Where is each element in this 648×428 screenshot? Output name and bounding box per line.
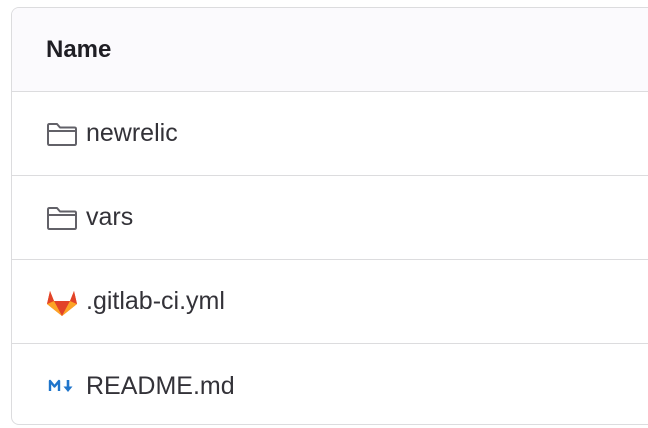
- markdown-icon: [46, 370, 78, 402]
- table-row[interactable]: README.md: [12, 344, 648, 424]
- file-table: Name newrelic vars .gitlab-ci.yml README…: [11, 7, 648, 425]
- folder-icon: [46, 118, 78, 150]
- table-row[interactable]: newrelic: [12, 92, 648, 176]
- table-row[interactable]: .gitlab-ci.yml: [12, 260, 648, 344]
- file-link-gitlab-ci[interactable]: .gitlab-ci.yml: [86, 287, 225, 316]
- file-link-readme[interactable]: README.md: [86, 372, 235, 401]
- name-column-header: Name: [46, 35, 112, 63]
- gitlab-logo-icon: [46, 286, 78, 318]
- table-header: Name: [12, 8, 648, 92]
- table-row[interactable]: vars: [12, 176, 648, 260]
- folder-icon: [46, 202, 78, 234]
- folder-link-vars[interactable]: vars: [86, 203, 133, 232]
- folder-link-newrelic[interactable]: newrelic: [86, 119, 178, 148]
